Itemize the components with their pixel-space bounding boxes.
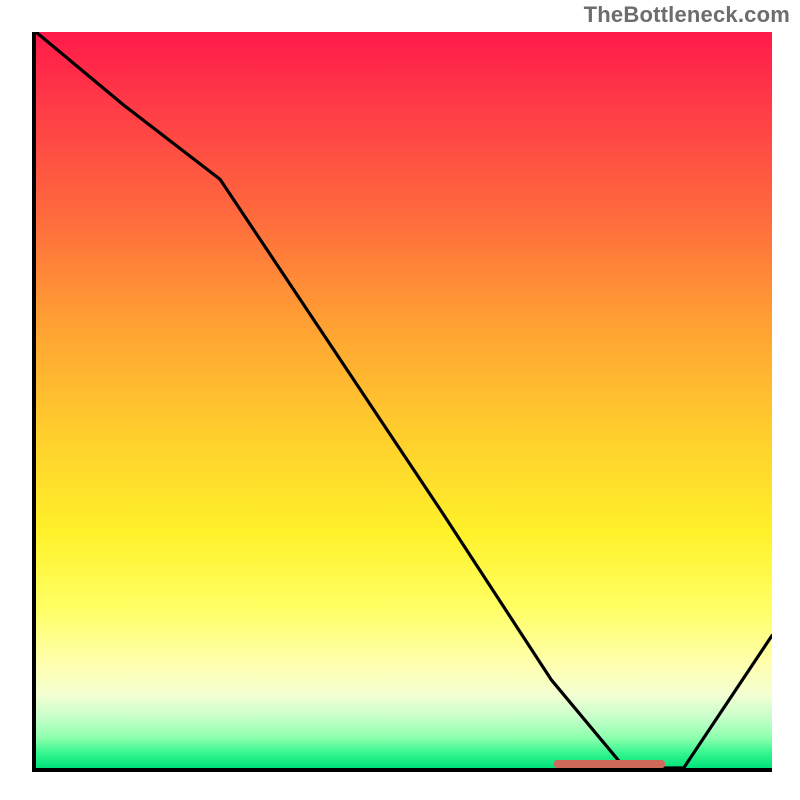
chart-frame: TheBottleneck.com	[0, 0, 800, 800]
optimal-range-marker	[554, 760, 665, 768]
bottleneck-curve	[36, 32, 772, 768]
plot-area	[32, 32, 772, 772]
attribution-text: TheBottleneck.com	[584, 2, 790, 28]
